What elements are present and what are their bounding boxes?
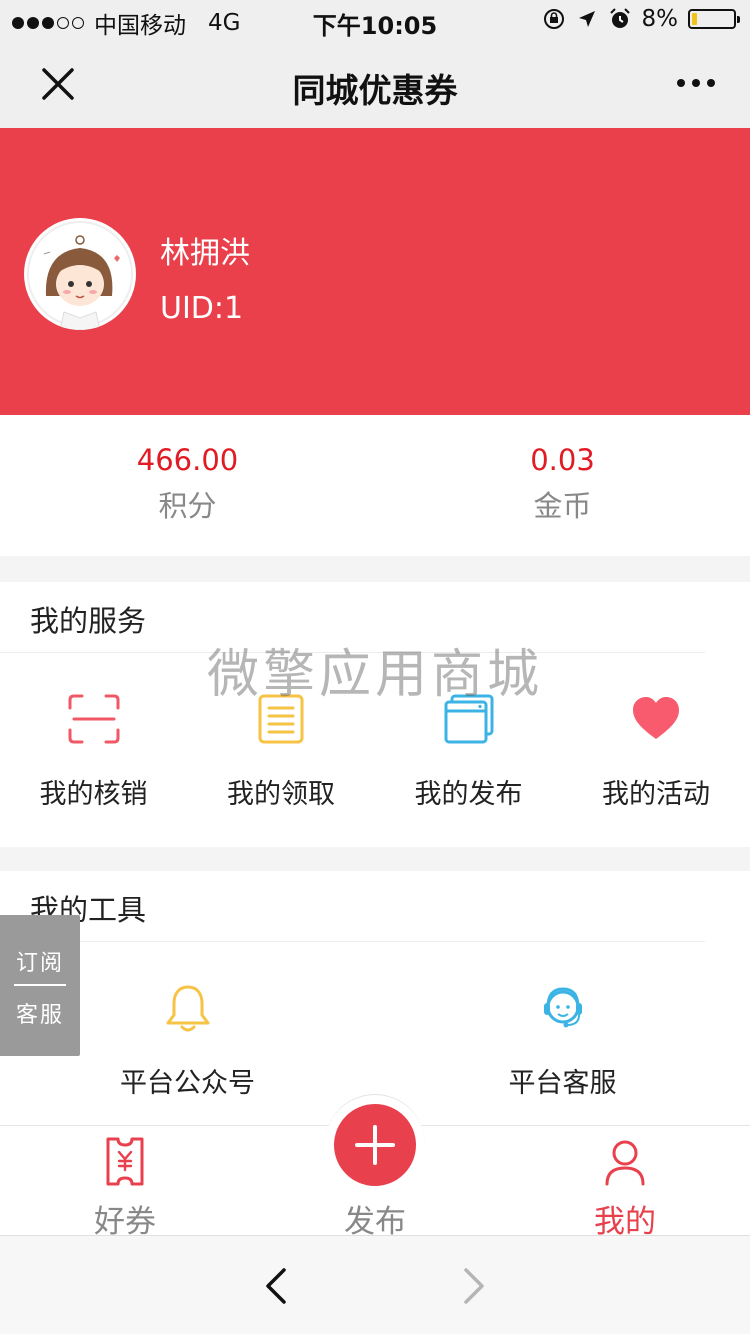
service-item-label: 我的核销 [39, 779, 148, 810]
close-icon [42, 68, 74, 100]
tab-mine[interactable]: 我的 [500, 1126, 750, 1240]
subscribe-button[interactable]: 订阅 [0, 945, 80, 977]
tool-item-label: 平台公众号 [120, 1068, 255, 1099]
user-uid: UID:1 [160, 291, 244, 326]
publish-button[interactable] [334, 1104, 416, 1186]
browser-toolbar [0, 1235, 750, 1334]
tab-coupons[interactable]: 好券 [0, 1126, 250, 1240]
service-item-received[interactable]: 我的领取 [187, 694, 375, 811]
battery-icon [688, 9, 740, 29]
alarm-icon [609, 8, 630, 28]
service-item-activity[interactable]: 我的活动 [562, 694, 750, 811]
coins-value: 0.03 [530, 443, 595, 477]
user-name: 林拥洪 [160, 236, 250, 271]
status-right: 8% [542, 6, 740, 32]
scan-icon [68, 694, 119, 744]
customer-service-button[interactable]: 客服 [0, 997, 80, 1029]
page-title: 同城优惠券 [292, 71, 458, 110]
service-item-verify[interactable]: 我的核销 [0, 694, 187, 811]
avatar-image [27, 221, 133, 330]
avatar[interactable] [24, 218, 136, 330]
coupon-icon [106, 1137, 144, 1186]
battery-percent: 8% [641, 6, 679, 32]
navigation-bar: 同城优惠券 [0, 40, 750, 128]
service-item-published[interactable]: 我的发布 [375, 694, 562, 811]
location-arrow-icon [578, 11, 595, 27]
close-button[interactable] [36, 62, 80, 106]
divider [14, 984, 66, 986]
coins-stat[interactable]: 0.03 金币 [375, 443, 750, 525]
service-item-label: 我的活动 [602, 779, 710, 810]
heart-icon [633, 697, 679, 739]
points-stat[interactable]: 466.00 积分 [0, 443, 375, 525]
service-item-label: 我的发布 [414, 779, 523, 810]
document-icon [258, 694, 304, 744]
points-label: 积分 [158, 489, 217, 523]
divider [0, 941, 705, 942]
points-value: 466.00 [136, 443, 239, 477]
tool-item-customer-service[interactable]: 平台客服 [375, 983, 750, 1100]
bell-icon [166, 985, 209, 1032]
services-title: 我的服务 [30, 604, 147, 638]
more-icon [677, 79, 685, 87]
service-item-label: 我的领取 [227, 779, 335, 810]
browser-window-icon [444, 694, 493, 744]
back-button[interactable] [256, 1264, 296, 1308]
divider [0, 652, 705, 653]
forward-button[interactable] [454, 1264, 494, 1308]
coins-label: 金币 [533, 489, 592, 523]
chevron-left-icon [266, 1268, 286, 1304]
tools-section: 我的工具 平台公众号 平台客服 [0, 871, 750, 1126]
floating-side-panel: 订阅 客服 [0, 915, 80, 1056]
tool-item-label: 平台客服 [508, 1068, 617, 1099]
user-icon [605, 1140, 645, 1186]
stats-panel: 466.00 积分 0.03 金币 [0, 415, 750, 556]
status-bar: 中国移动 4G 下午10:05 8% [0, 0, 750, 40]
chevron-right-icon [464, 1268, 484, 1304]
more-options-button[interactable] [672, 68, 720, 98]
services-section: 我的服务 我的核销 我的领取 我的发布 我的活动 [0, 582, 750, 847]
rotation-lock-icon [543, 9, 564, 29]
profile-header: 林拥洪 UID:1 [0, 128, 750, 415]
customer-service-icon [543, 987, 582, 1028]
